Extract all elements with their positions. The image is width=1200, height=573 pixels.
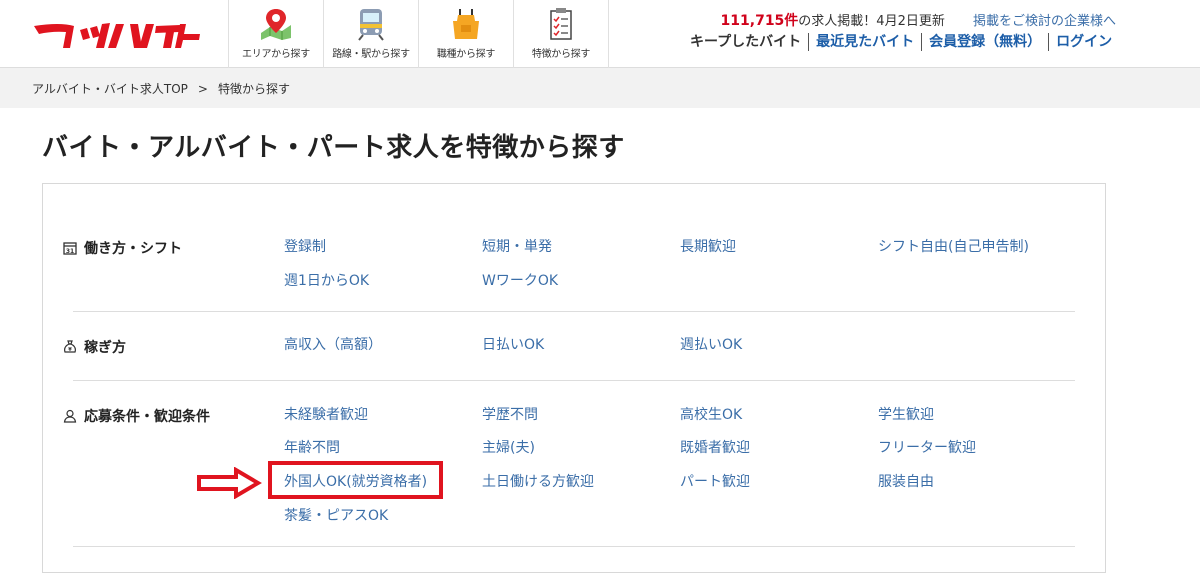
- section-divider: [73, 311, 1075, 312]
- section-work-style-title: 働き方・シフト: [84, 241, 182, 257]
- section-requirements-heading: 応募条件・歓迎条件: [63, 406, 210, 426]
- feature-link[interactable]: 既婚者歓迎: [680, 437, 750, 457]
- feature-link[interactable]: 週払いOK: [680, 334, 742, 354]
- person-icon: [63, 409, 77, 423]
- site-header: エリアから探す 路線・駅から探す 職種から探す 特徴から探す 111,715件の…: [0, 0, 1200, 68]
- section-divider: [73, 380, 1075, 381]
- breadcrumb-current: 特徴から探す: [217, 82, 290, 96]
- feature-link[interactable]: WワークOK: [482, 270, 558, 290]
- breadcrumb-bar: アルバイト・バイト求人TOP > 特徴から探す: [0, 68, 1200, 108]
- feature-link[interactable]: パート歓迎: [680, 471, 750, 491]
- nav-feature-search[interactable]: 特徴から探す: [514, 0, 609, 68]
- breadcrumb: アルバイト・バイト求人TOP > 特徴から探す: [32, 80, 290, 97]
- annotation-arrow-icon: [197, 467, 262, 499]
- section-divider: [73, 546, 1075, 547]
- feature-link[interactable]: 日払いOK: [482, 334, 544, 354]
- header-links: キープしたバイト 最近見たバイト 会員登録（無料） ログイン: [690, 33, 1119, 51]
- search-nav: エリアから探す 路線・駅から探す 職種から探す 特徴から探す: [228, 0, 609, 68]
- page-title: バイト・アルバイト・パート求人を特徴から探す: [42, 133, 625, 163]
- nav-area-search[interactable]: エリアから探す: [229, 0, 324, 68]
- apron-icon: [453, 9, 479, 39]
- feature-link[interactable]: 服装自由: [878, 471, 934, 491]
- breadcrumb-home[interactable]: アルバイト・バイト求人TOP: [32, 82, 188, 96]
- feature-link[interactable]: フリーター歓迎: [878, 437, 976, 457]
- feature-link[interactable]: 長期歓迎: [680, 236, 736, 256]
- feature-link[interactable]: 高校生OK: [680, 404, 742, 424]
- login-link[interactable]: ログイン: [1048, 33, 1119, 51]
- money-bag-icon: ¥: [64, 340, 76, 353]
- feature-link[interactable]: 土日働ける方歓迎: [482, 471, 594, 491]
- calendar-icon: 31: [63, 242, 77, 255]
- recent-jobs-link[interactable]: 最近見たバイト: [808, 33, 921, 51]
- company-link[interactable]: 掲載をご検討の企業様へ: [973, 14, 1116, 29]
- train-icon: [358, 9, 384, 41]
- feature-link[interactable]: 登録制: [284, 236, 326, 256]
- annotation-highlight-box: [268, 461, 443, 499]
- svg-text:¥: ¥: [68, 347, 72, 353]
- nav-line-label: 路線・駅から探す: [332, 49, 410, 60]
- keep-jobs-link[interactable]: キープしたバイト: [690, 33, 808, 51]
- section-work-style-heading: 31 働き方・シフト: [63, 238, 182, 258]
- feature-link[interactable]: 主婦(夫): [482, 437, 535, 457]
- feature-link[interactable]: 未経験者歓迎: [284, 404, 368, 424]
- map-pin-icon: [261, 9, 291, 40]
- feature-link[interactable]: 年齢不問: [284, 437, 340, 457]
- feature-link[interactable]: 学生歓迎: [878, 404, 934, 424]
- breadcrumb-separator: >: [197, 82, 208, 96]
- feature-link[interactable]: シフト自由(自己申告制): [878, 236, 1029, 256]
- nav-feature-label: 特徴から探す: [531, 49, 591, 60]
- job-count: 111,715件: [720, 13, 799, 29]
- nav-area-label: エリアから探す: [242, 49, 310, 60]
- register-link[interactable]: 会員登録（無料）: [921, 33, 1048, 51]
- job-count-suffix: の求人掲載！4月2日更新: [798, 14, 945, 29]
- feature-link[interactable]: 週1日からOK: [284, 270, 369, 290]
- feature-link[interactable]: 高収入（高額）: [284, 334, 382, 354]
- feature-link[interactable]: 茶髪・ピアスOK: [284, 505, 388, 525]
- checklist-icon: [550, 8, 572, 40]
- nav-line-station-search[interactable]: 路線・駅から探す: [324, 0, 419, 68]
- feature-panel: 31 働き方・シフト 登録制 短期・単発 長期歓迎 シフト自由(自己申告制) 週…: [42, 183, 1106, 573]
- nav-occupation-label: 職種から探す: [436, 49, 496, 60]
- section-earning-title: 稼ぎ方: [84, 340, 126, 356]
- section-earning-heading: ¥ 稼ぎ方: [63, 337, 126, 357]
- nav-occupation-search[interactable]: 職種から探す: [419, 0, 514, 68]
- svg-text:31: 31: [66, 248, 74, 255]
- section-requirements-title: 応募条件・歓迎条件: [84, 409, 210, 425]
- site-logo[interactable]: [30, 18, 205, 50]
- feature-link[interactable]: 学歴不問: [482, 404, 538, 424]
- feature-link[interactable]: 短期・単発: [482, 236, 552, 256]
- header-info: 111,715件の求人掲載！4月2日更新 掲載をご検討の企業様へ: [721, 10, 1116, 30]
